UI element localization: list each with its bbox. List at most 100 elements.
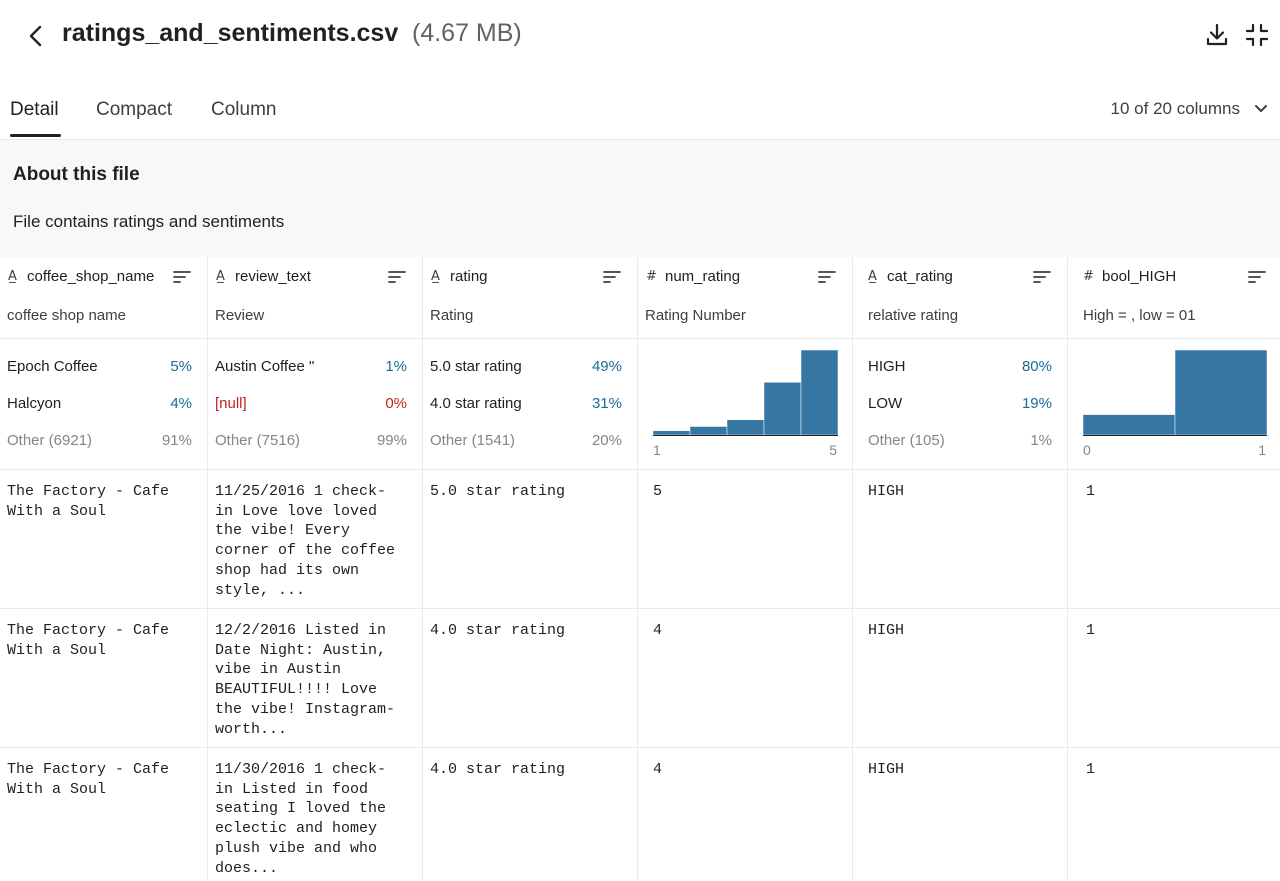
bool-high-histogram[interactable] <box>1083 350 1267 436</box>
table-cell: 1 <box>1086 761 1096 778</box>
column-header[interactable]: A̲ review_text <box>208 257 422 299</box>
table-cell: 4 <box>653 761 663 778</box>
column-header[interactable]: A̲ cat_rating <box>853 257 1067 299</box>
column-review-text: A̲ review_text Review Austin Coffee " 1%… <box>208 257 423 881</box>
stat-label: Other (105) <box>868 432 945 449</box>
table-cell: 5.0 star rating <box>430 483 566 500</box>
stat-label: [null] <box>215 395 247 412</box>
string-type-icon: A̲ <box>431 269 440 284</box>
stat-label: 5.0 star rating <box>430 358 522 375</box>
table-cell: 1 <box>1086 622 1096 639</box>
about-section: About this file File contains ratings an… <box>0 140 1280 257</box>
stat-percent: 0% <box>385 395 407 412</box>
table-cell: 11/30/2016 1 check- in Listed in food se… <box>215 761 387 877</box>
sort-icon[interactable] <box>173 270 191 284</box>
stat-percent: 31% <box>591 395 622 412</box>
stat-row-other: Other (7516) 99% <box>215 432 407 452</box>
stat-row: Austin Coffee " 1% <box>215 358 407 378</box>
chevron-down-icon <box>1255 105 1267 112</box>
histogram-bar[interactable] <box>763 382 802 436</box>
stat-label: Other (7516) <box>215 432 301 449</box>
string-type-icon: A̲ <box>868 269 877 284</box>
data-grid: A̲ coffee_shop_name coffee shop name Epo… <box>0 257 1280 881</box>
sort-icon[interactable] <box>818 270 836 284</box>
stat-percent: 99% <box>376 432 407 449</box>
column-name: cat_rating <box>887 268 953 285</box>
tab-compact[interactable]: Compact <box>96 99 172 121</box>
column-header[interactable]: # bool_HIGH <box>1068 257 1280 299</box>
histogram-bar[interactable] <box>653 430 691 436</box>
column-name: coffee_shop_name <box>27 268 155 285</box>
column-description: relative rating <box>868 307 959 324</box>
active-tab-indicator <box>10 134 61 137</box>
column-coffee-shop-name: A̲ coffee_shop_name coffee shop name Epo… <box>0 257 208 881</box>
column-name: review_text <box>235 268 311 285</box>
table-cell: HIGH <box>868 483 905 500</box>
about-title: About this file <box>13 164 140 185</box>
column-header[interactable]: A̲ coffee_shop_name <box>0 257 207 299</box>
stat-row-other: Other (105) 1% <box>868 432 1052 452</box>
table-cell: 1 <box>1086 483 1096 500</box>
histogram-bar[interactable] <box>1083 414 1176 436</box>
stat-row: Epoch Coffee 5% <box>7 358 192 378</box>
column-name: bool_HIGH <box>1102 268 1177 285</box>
column-header[interactable]: # num_rating <box>638 257 852 299</box>
row-divider <box>0 608 1280 609</box>
stat-label: Other (6921) <box>7 432 93 449</box>
row-divider <box>0 469 1280 470</box>
about-description: File contains ratings and sentiments <box>13 212 285 231</box>
histogram-bar[interactable] <box>726 419 765 436</box>
stat-label: 4.0 star rating <box>430 395 522 412</box>
table-cell: 4 <box>653 622 663 639</box>
column-num-rating: # num_rating Rating Number 1 5 5 4 4 <box>638 257 853 881</box>
top-bar: ratings_and_sentiments.csv (4.67 MB) <box>0 0 1280 72</box>
numeric-type-icon: # <box>1083 269 1094 284</box>
stat-percent: 20% <box>591 432 622 449</box>
stat-row: LOW 19% <box>868 395 1052 415</box>
sort-icon[interactable] <box>388 270 406 284</box>
tab-column[interactable]: Column <box>211 99 276 121</box>
sort-icon[interactable] <box>603 270 621 284</box>
stat-percent: 5% <box>170 358 192 375</box>
sort-icon[interactable] <box>1248 270 1266 284</box>
stat-percent: 91% <box>161 432 192 449</box>
row-divider <box>0 747 1280 748</box>
sort-icon[interactable] <box>1033 270 1051 284</box>
stat-percent: 4% <box>170 395 192 412</box>
table-cell: HIGH <box>868 761 905 778</box>
stat-label: LOW <box>868 395 903 412</box>
column-name: num_rating <box>665 268 741 285</box>
string-type-icon: A̲ <box>8 269 17 284</box>
column-bool-high: # bool_HIGH High = , low = 01 0 1 1 1 1 <box>1068 257 1280 881</box>
stat-percent: 49% <box>591 358 622 375</box>
column-count-label: 10 of 20 columns <box>1110 99 1240 118</box>
num-rating-histogram[interactable] <box>653 350 838 436</box>
histogram-bar[interactable] <box>800 350 838 436</box>
row-divider <box>0 338 1280 339</box>
table-cell: 11/25/2016 1 check- in Love love loved t… <box>215 483 396 599</box>
stat-row: 4.0 star rating 31% <box>430 395 622 415</box>
stat-row: HIGH 80% <box>868 358 1052 378</box>
tab-detail[interactable]: Detail <box>10 99 59 121</box>
stat-row: 5.0 star rating 49% <box>430 358 622 378</box>
table-cell: 4.0 star rating <box>430 622 566 639</box>
column-cat-rating: A̲ cat_rating relative rating HIGH 80% L… <box>853 257 1068 881</box>
stat-label: Other (1541) <box>430 432 516 449</box>
column-rating: A̲ rating Rating 5.0 star rating 49% 4.0… <box>423 257 638 881</box>
stat-row-null: [null] 0% <box>215 395 407 415</box>
back-arrow-icon[interactable] <box>22 22 50 50</box>
column-count-selector[interactable]: 10 of 20 columns <box>1111 99 1268 119</box>
column-name: rating <box>450 268 488 285</box>
stat-row-other: Other (1541) 20% <box>430 432 622 452</box>
histogram-bar[interactable] <box>1174 350 1267 436</box>
column-header[interactable]: A̲ rating <box>423 257 637 299</box>
table-cell: HIGH <box>868 622 905 639</box>
stat-percent: 1% <box>1030 432 1052 449</box>
collapse-icon[interactable] <box>1244 22 1270 48</box>
stat-row-other: Other (6921) 91% <box>7 432 192 452</box>
column-description: Review <box>215 307 265 324</box>
histogram-bar[interactable] <box>689 426 728 436</box>
stat-percent: 80% <box>1021 358 1052 375</box>
column-description: Rating <box>430 307 474 324</box>
download-icon[interactable] <box>1204 22 1230 48</box>
